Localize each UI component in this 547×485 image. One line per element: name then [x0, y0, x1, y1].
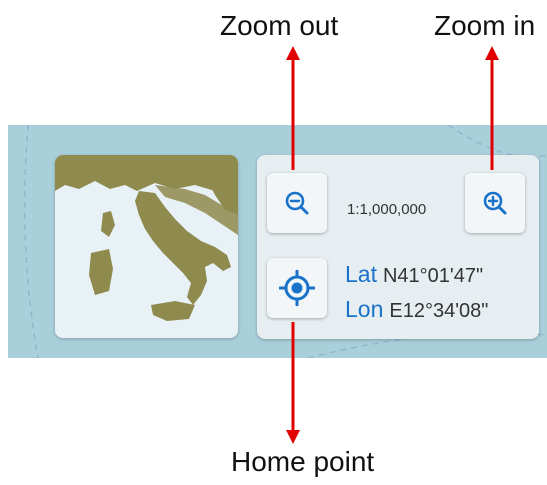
lon-label: Lon	[345, 296, 384, 322]
home-point-button[interactable]	[267, 258, 327, 318]
zoom-in-button[interactable]	[465, 173, 525, 233]
crosshair-target-icon	[279, 270, 315, 306]
map-background[interactable]: 1:1,000,000 Lat N41°01'47" Lon E12°34'08…	[8, 125, 547, 358]
zoom-out-callout: Zoom out	[220, 10, 339, 41]
home-point-callout: Home point	[231, 446, 375, 477]
latitude-row: Lat N41°01'47"	[345, 261, 483, 288]
longitude-row: Lon E12°34'08"	[345, 296, 488, 323]
zoom-out-button[interactable]	[267, 173, 327, 233]
map-control-panel: 1:1,000,000 Lat N41°01'47" Lon E12°34'08…	[257, 155, 539, 339]
map-scale-value: 1:1,000,000	[347, 201, 427, 218]
zoom-out-icon	[285, 191, 309, 215]
map-controls-figure: Zoom out Zoom in Home point 1:1,000,000 …	[0, 0, 547, 485]
overview-map-thumbnail[interactable]	[55, 155, 238, 338]
zoom-in-icon	[483, 191, 507, 215]
lon-value: E12°34'08"	[389, 300, 489, 322]
zoom-in-callout: Zoom in	[434, 10, 536, 41]
lat-label: Lat	[345, 261, 377, 287]
italy-map-image	[55, 155, 238, 338]
lat-value: N41°01'47"	[382, 265, 484, 287]
